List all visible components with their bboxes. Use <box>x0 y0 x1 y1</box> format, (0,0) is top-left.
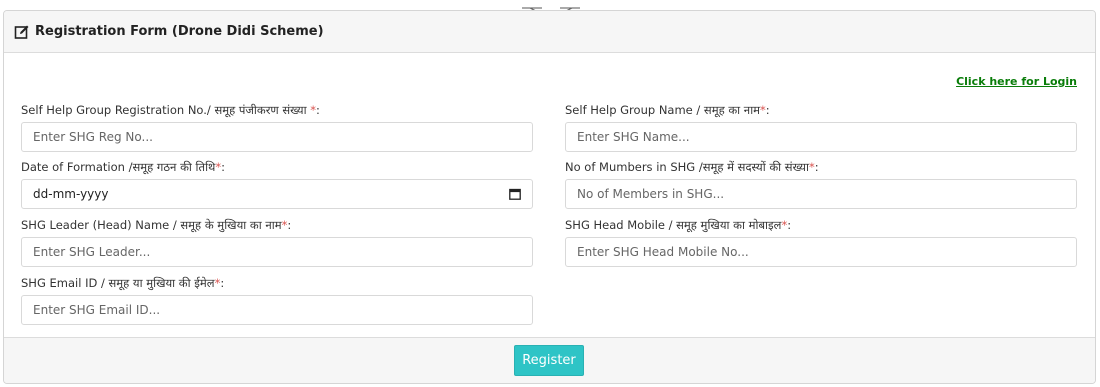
num-members-input[interactable] <box>565 179 1077 209</box>
leader-name-label: SHG Leader (Head) Name / समूह के मुखिया … <box>21 218 292 232</box>
shg-reg-no-label: Self Help Group Registration No./ समूह प… <box>21 103 320 117</box>
card-header: Registration Form (Drone Didi Scheme) <box>4 11 1095 53</box>
card-footer: Register <box>4 337 1095 383</box>
registration-card: Registration Form (Drone Didi Scheme) Cl… <box>3 10 1096 384</box>
shg-name-label: Self Help Group Name / समूह का नाम*: <box>565 103 770 117</box>
head-mobile-group: SHG Head Mobile / समूह मुखिया का मोबाइल*… <box>565 216 1077 267</box>
shg-reg-no-input[interactable] <box>21 122 533 152</box>
date-formation-value: dd-mm-yyyy <box>33 187 109 201</box>
date-formation-label: Date of Formation /समूह गठन की तिथि*: <box>21 160 226 174</box>
date-formation-input[interactable]: dd-mm-yyyy <box>21 179 533 209</box>
date-formation-group: Date of Formation /समूह गठन की तिथि*: dd… <box>21 158 533 209</box>
register-button[interactable]: Register <box>514 345 584 376</box>
leader-name-group: SHG Leader (Head) Name / समूह के मुखिया … <box>21 216 533 267</box>
num-members-group: No of Mumbers in SHG /समूह में सदस्यों क… <box>565 158 1077 209</box>
head-mobile-label: SHG Head Mobile / समूह मुखिया का मोबाइल*… <box>565 218 792 232</box>
calendar-icon[interactable] <box>509 188 521 200</box>
shg-name-group: Self Help Group Name / समूह का नाम*: <box>565 101 1077 152</box>
login-link[interactable]: Click here for Login <box>956 75 1077 88</box>
email-input[interactable] <box>21 295 533 325</box>
num-members-label: No of Mumbers in SHG /समूह में सदस्यों क… <box>565 160 819 174</box>
form-title: Registration Form (Drone Didi Scheme) <box>35 24 324 39</box>
edit-icon <box>14 25 29 39</box>
head-mobile-input[interactable] <box>565 237 1077 267</box>
leader-name-input[interactable] <box>21 237 533 267</box>
email-group: SHG Email ID / समूह या मुखिया की ईमेल*: <box>21 274 533 325</box>
shg-name-input[interactable] <box>565 122 1077 152</box>
shg-reg-no-group: Self Help Group Registration No./ समूह प… <box>21 101 533 152</box>
email-label: SHG Email ID / समूह या मुखिया की ईमेल*: <box>21 276 225 290</box>
